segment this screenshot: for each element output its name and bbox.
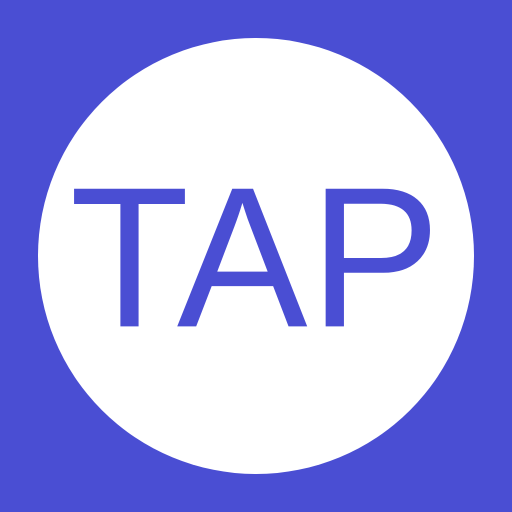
tap-label: TAP [69,145,443,370]
app-icon[interactable]: TAP [0,0,512,512]
tap-button-circle[interactable]: TAP [38,38,474,474]
